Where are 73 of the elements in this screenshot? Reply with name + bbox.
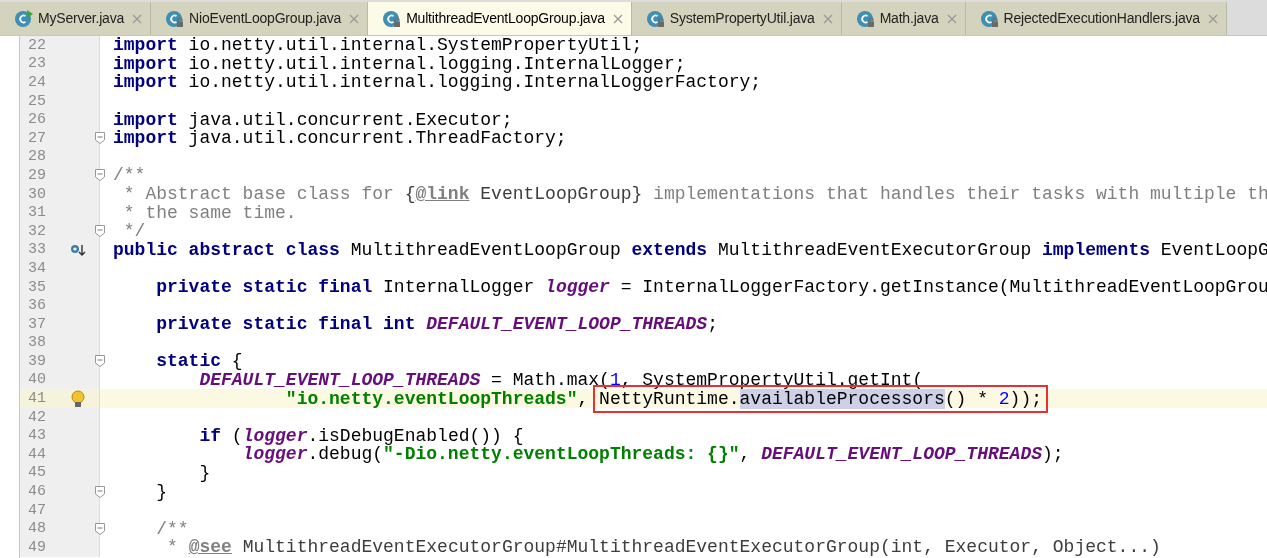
code-line: */: [122, 222, 146, 241]
close-icon[interactable]: [822, 13, 833, 24]
code-line: import java.util.concurrent.Executor;: [113, 110, 513, 129]
line-number: 23: [27, 56, 46, 72]
line-number: 34: [27, 260, 46, 276]
line-number: 36: [27, 298, 46, 314]
code-line: * Abstract base class for {@link EventLoopGroup} implementations that handles their tasks with multiple th: [122, 185, 1267, 204]
close-icon[interactable]: [612, 13, 623, 24]
line-number: 37: [27, 316, 46, 332]
line-number: 38: [27, 335, 46, 351]
class-lock-icon: [645, 8, 666, 29]
line-number: 27: [27, 130, 46, 146]
class-lock-icon: [979, 8, 1000, 29]
class-lock-icon: [165, 8, 186, 29]
editor-tab[interactable]: MultithreadEventLoopGroup.java: [368, 2, 632, 35]
fold-marker-icon[interactable]: [95, 522, 105, 535]
code-line: static {: [155, 352, 243, 371]
code-line: if (logger.isDebugEnabled()) {: [198, 426, 524, 445]
fold-marker-icon[interactable]: [95, 169, 105, 182]
line-number: 39: [27, 353, 46, 369]
editor-tab[interactable]: Math.java: [841, 2, 966, 35]
editor-tab[interactable]: NioEventLoopGroup.java: [151, 2, 369, 35]
line-number: 40: [27, 372, 46, 388]
line-number: 48: [27, 521, 46, 537]
line-number: 42: [27, 409, 46, 425]
code-line: }: [198, 463, 211, 482]
line-number: 43: [27, 428, 46, 444]
fold-marker-icon[interactable]: [95, 355, 105, 368]
code-line: * the same time.: [122, 203, 297, 222]
line-number: 26: [27, 112, 46, 128]
line-number: 29: [27, 167, 46, 183]
line-number: 46: [27, 484, 46, 500]
line-number: 31: [27, 205, 46, 221]
lightbulb-icon[interactable]: [71, 389, 85, 408]
line-number: 25: [27, 93, 46, 109]
line-number: 49: [27, 539, 46, 555]
close-icon[interactable]: [1207, 13, 1218, 24]
code-line: * @see MultithreadEventExecutorGroup#MultithreadEventExecutorGroup(int, Executor, Object...): [166, 538, 1161, 557]
close-icon[interactable]: [349, 13, 360, 24]
line-number: 33: [27, 242, 46, 258]
line-number: 24: [27, 75, 46, 90]
line-number: 28: [27, 149, 46, 165]
code-line: public abstract class MultithreadEventLoopGroup extends MultithreadEventExecutorGroup implements EventLoopG: [113, 240, 1267, 259]
close-icon[interactable]: [132, 13, 143, 24]
code-line: }: [155, 482, 167, 501]
class-lock-icon: [855, 8, 876, 29]
line-number: 47: [27, 502, 46, 518]
class-run-icon: [14, 8, 34, 29]
code-line: /**: [113, 166, 146, 185]
code-line: import io.netty.util.internal.logging.InternalLoggerFactory;: [113, 73, 762, 92]
code-line: import io.netty.util.internal.logging.InternalLogger;: [113, 54, 686, 73]
fold-marker-icon[interactable]: [95, 132, 105, 145]
editor-tab[interactable]: RejectedExecutionHandlers.java: [965, 2, 1227, 35]
editor-tab[interactable]: MyServer.java: [0, 2, 152, 35]
code-line: /**: [155, 519, 189, 538]
line-number: 45: [27, 465, 46, 481]
line-number: 41: [27, 391, 46, 407]
code-line: private static final InternalLogger logger = InternalLoggerFactory.getInstance(MultithreadEventLoopGrou: [155, 278, 1267, 296]
line-number: 44: [27, 446, 46, 462]
editor-tab[interactable]: SystemPropertyUtil.java: [631, 2, 842, 35]
class-lock-icon: [382, 8, 403, 29]
line-number: 35: [27, 279, 46, 295]
close-icon[interactable]: [946, 13, 957, 24]
code-line: private static final int DEFAULT_EVENT_LOOP_THREADS;: [155, 315, 718, 334]
line-number: 30: [27, 186, 46, 202]
code-line: import io.netty.util.internal.SystemPropertyUtil;: [113, 36, 643, 55]
line-number: 32: [27, 223, 46, 239]
code-line: import java.util.concurrent.ThreadFactory;: [113, 129, 567, 148]
fold-marker-icon[interactable]: [95, 485, 105, 498]
line-number: 22: [27, 37, 46, 53]
fold-marker-icon[interactable]: [95, 225, 105, 238]
code-line: logger.debug("-Dio.netty.eventLoopThreads: {}", DEFAULT_EVENT_LOOP_THREADS);: [241, 445, 1064, 464]
code-line: "io.netty.eventLoopThreads",: [284, 389, 589, 408]
